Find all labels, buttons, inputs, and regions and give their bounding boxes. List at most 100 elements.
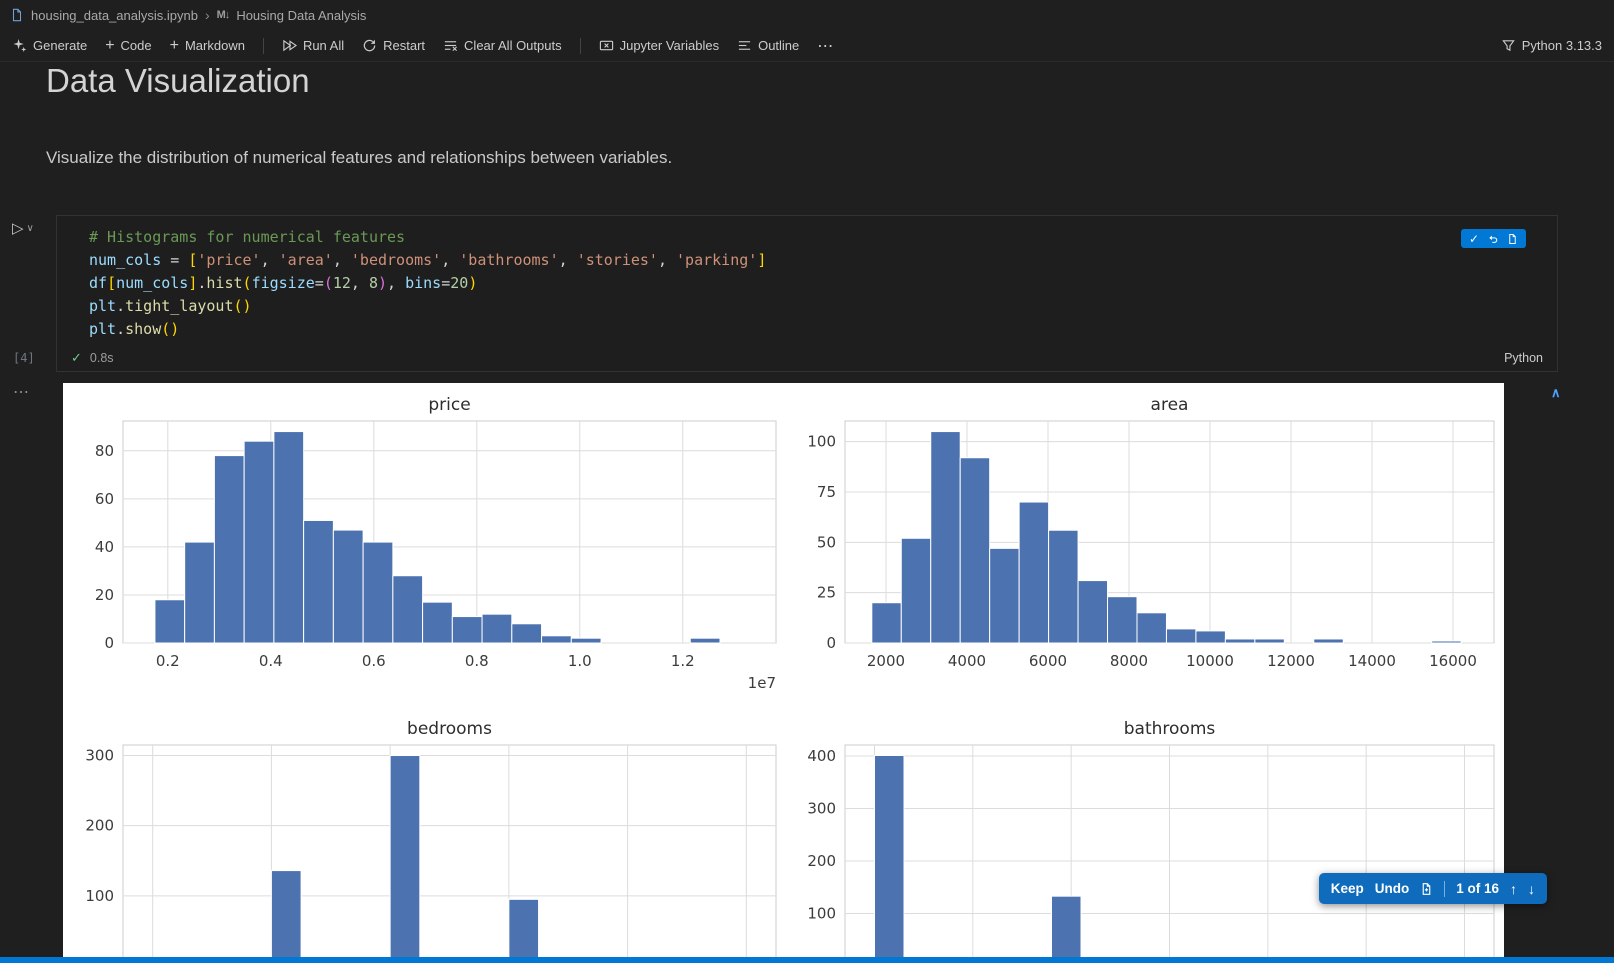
add-code-cell-button[interactable]: + Code — [105, 37, 151, 55]
status-bar-edge — [0, 957, 1614, 963]
svg-text:0.4: 0.4 — [259, 652, 283, 670]
svg-text:100: 100 — [807, 433, 836, 451]
run-all-button[interactable]: Run All — [282, 38, 344, 53]
svg-text:12000: 12000 — [1267, 652, 1315, 670]
scroll-up-icon[interactable]: ∧ — [1551, 385, 1561, 401]
svg-text:60: 60 — [95, 490, 114, 508]
cell-review-widget: ✓ — [1461, 229, 1526, 248]
svg-text:0.6: 0.6 — [362, 652, 386, 670]
svg-text:200: 200 — [807, 852, 836, 870]
run-cell-controls[interactable]: ▷ ∨ — [12, 219, 34, 237]
svg-text:price: price — [428, 395, 470, 415]
python-environment-icon — [1501, 38, 1516, 53]
output-overflow-menu[interactable]: ⋯ — [13, 382, 29, 402]
svg-text:14000: 14000 — [1348, 652, 1396, 670]
outline-label: Outline — [758, 38, 799, 53]
breadcrumb-separator-icon: › — [205, 7, 210, 23]
python-version-label: Python 3.13.3 — [1522, 38, 1602, 53]
svg-text:400: 400 — [807, 747, 836, 765]
svg-text:6000: 6000 — [1029, 652, 1067, 670]
jupyter-variables-button[interactable]: Jupyter Variables — [599, 38, 719, 53]
svg-text:0: 0 — [104, 634, 114, 652]
run-cell-icon[interactable]: ▷ — [12, 219, 24, 237]
execution-duration: 0.8s — [90, 351, 114, 365]
svg-text:300: 300 — [807, 800, 836, 818]
toolbar-divider — [580, 38, 581, 54]
svg-text:300: 300 — [85, 747, 114, 765]
run-all-label: Run All — [303, 38, 344, 53]
open-changed-file-icon[interactable] — [1420, 882, 1433, 896]
svg-text:20: 20 — [95, 586, 114, 604]
svg-text:1.0: 1.0 — [568, 652, 592, 670]
add-markdown-label: Markdown — [185, 38, 245, 53]
success-check-icon: ✓ — [71, 350, 82, 366]
edit-position-label: 1 of 16 — [1456, 881, 1499, 896]
svg-text:0.8: 0.8 — [465, 652, 489, 670]
cell-output: 0 20 40 60 80 0.2 0.4 0.6 0.8 1.0 1.2 1e7 price 0 25 50… — [63, 383, 1504, 957]
plus-icon: + — [170, 37, 179, 55]
svg-text:bedrooms: bedrooms — [407, 719, 492, 739]
notebook-file-icon — [10, 8, 24, 22]
restart-label: Restart — [383, 38, 425, 53]
keep-button[interactable]: Keep — [1331, 881, 1364, 896]
clear-all-outputs-label: Clear All Outputs — [464, 38, 562, 53]
svg-text:25: 25 — [817, 584, 836, 602]
more-actions-button[interactable]: ⋯ — [817, 36, 833, 56]
markdown-paragraph: Visualize the distribution of numerical … — [46, 148, 672, 168]
generate-label: Generate — [33, 38, 87, 53]
generate-button[interactable]: Generate — [12, 38, 87, 53]
undo-button[interactable]: Undo — [1375, 881, 1410, 896]
svg-text:50: 50 — [817, 533, 836, 551]
markdown-section-icon: M↓ — [217, 9, 230, 21]
outline-icon — [737, 38, 752, 53]
discard-change-icon[interactable] — [1487, 233, 1499, 245]
toolbar-divider — [263, 38, 264, 54]
next-edit-button[interactable]: ↓ — [1528, 881, 1535, 897]
run-all-icon — [282, 38, 297, 53]
accept-change-icon[interactable]: ✓ — [1469, 232, 1479, 246]
svg-text:1e7: 1e7 — [748, 674, 776, 692]
breadcrumb: housing_data_analysis.ipynb › M↓ Housing… — [0, 0, 1614, 30]
svg-text:16000: 16000 — [1429, 652, 1477, 670]
matplotlib-figure: 0 20 40 60 80 0.2 0.4 0.6 0.8 1.0 1.2 1e7 price 0 25 50… — [63, 383, 1504, 957]
edit-review-bar: Keep Undo 1 of 16 ↑ ↓ — [1319, 873, 1547, 904]
clear-all-outputs-button[interactable]: Clear All Outputs — [443, 38, 562, 53]
add-code-label: Code — [121, 38, 152, 53]
cell-language-label[interactable]: Python — [1504, 351, 1543, 365]
svg-text:0.2: 0.2 — [156, 652, 180, 670]
svg-text:8000: 8000 — [1110, 652, 1148, 670]
restart-button[interactable]: Restart — [362, 38, 425, 53]
svg-text:area: area — [1151, 395, 1189, 415]
svg-text:10000: 10000 — [1186, 652, 1234, 670]
svg-text:1.2: 1.2 — [671, 652, 695, 670]
svg-text:75: 75 — [817, 483, 836, 501]
breadcrumb-filename[interactable]: housing_data_analysis.ipynb — [31, 8, 198, 23]
open-file-icon[interactable] — [1507, 233, 1518, 245]
add-markdown-cell-button[interactable]: + Markdown — [170, 37, 245, 55]
outline-button[interactable]: Outline — [737, 38, 799, 53]
vscode-notebook-window: housing_data_analysis.ipynb › M↓ Housing… — [0, 0, 1614, 963]
code-editor[interactable]: # Histograms for numerical featuresnum_c… — [89, 226, 766, 341]
variables-icon — [599, 38, 614, 53]
breadcrumb-section[interactable]: Housing Data Analysis — [236, 8, 366, 23]
svg-text:2000: 2000 — [867, 652, 905, 670]
svg-text:4000: 4000 — [948, 652, 986, 670]
svg-text:40: 40 — [95, 538, 114, 556]
divider — [1444, 881, 1445, 897]
jupyter-variables-label: Jupyter Variables — [620, 38, 719, 53]
more-actions-icon: ⋯ — [817, 36, 833, 56]
kernel-picker[interactable]: Python 3.13.3 — [1501, 38, 1602, 53]
svg-text:80: 80 — [95, 442, 114, 460]
chevron-down-icon[interactable]: ∨ — [27, 223, 34, 234]
clear-all-outputs-icon — [443, 38, 458, 53]
plus-icon: + — [105, 37, 114, 55]
execution-count: [4] — [13, 351, 35, 365]
restart-icon — [362, 38, 377, 53]
notebook-toolbar: Generate + Code + Markdown Run All Resta… — [0, 30, 1614, 62]
previous-edit-button[interactable]: ↑ — [1510, 881, 1517, 897]
svg-text:bathrooms: bathrooms — [1124, 719, 1216, 739]
cell-status-bar: ✓ 0.8s Python — [57, 344, 1557, 371]
svg-text:200: 200 — [85, 817, 114, 835]
code-cell[interactable]: # Histograms for numerical featuresnum_c… — [56, 215, 1558, 372]
svg-text:0: 0 — [826, 634, 836, 652]
